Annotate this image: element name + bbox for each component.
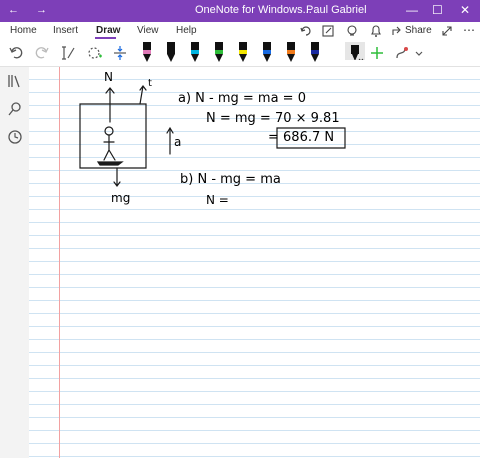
elevator-box-sketch bbox=[79, 103, 147, 169]
person-platform-sketch bbox=[96, 161, 124, 166]
pen-blue-icon[interactable] bbox=[260, 42, 274, 64]
person-head-sketch bbox=[104, 126, 114, 136]
pen-cyan-icon[interactable] bbox=[188, 42, 202, 64]
pen-green-icon[interactable] bbox=[212, 42, 226, 64]
label-tension: t bbox=[148, 78, 152, 89]
label-normal-force: N bbox=[104, 70, 113, 84]
pen-black-pink-band-icon[interactable] bbox=[140, 42, 154, 64]
ink-drawing-layer bbox=[79, 85, 346, 187]
pen-orange-icon[interactable] bbox=[284, 42, 298, 64]
tension-cable-sketch bbox=[139, 85, 147, 105]
normal-force-arrow bbox=[105, 87, 115, 123]
person-body-sketch bbox=[103, 134, 116, 161]
equation-part-a-line1: a) N - mg = ma = 0 bbox=[178, 91, 306, 106]
label-weight: mg bbox=[111, 191, 131, 205]
equation-part-a-line2: N = mg = 70 × 9.81 bbox=[206, 111, 340, 126]
equation-part-a-result: = 686.7 N bbox=[268, 130, 335, 145]
equation-part-b-line2: N = bbox=[206, 193, 229, 207]
weight-arrow bbox=[113, 167, 121, 187]
equation-part-b-line1: b) N - mg = ma bbox=[180, 172, 281, 187]
acceleration-arrow bbox=[166, 126, 174, 155]
pen-darkblue-icon[interactable] bbox=[308, 42, 322, 64]
pen-black-icon[interactable] bbox=[164, 42, 178, 64]
label-acceleration: a bbox=[174, 135, 182, 149]
highlighter-yellow-icon[interactable] bbox=[236, 42, 250, 64]
